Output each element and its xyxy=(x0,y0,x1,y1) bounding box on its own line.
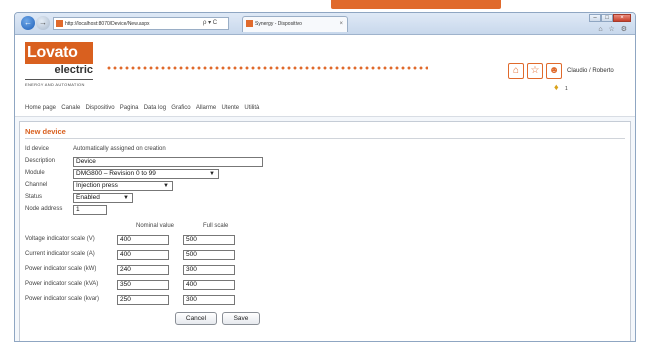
menu-item-data-log[interactable]: Data log xyxy=(144,101,166,115)
nominal-value-header: Nominal value xyxy=(136,223,175,229)
status-value: Enabled xyxy=(76,194,100,201)
scale-row-label: Power indicator scale (kvar) xyxy=(25,296,100,302)
forward-icon[interactable]: → xyxy=(36,16,50,30)
scale-row-label: Current indicator scale (A) xyxy=(25,251,95,257)
full-scale-input[interactable]: 300 xyxy=(183,295,235,305)
nominal-value-input[interactable]: 350 xyxy=(117,280,169,290)
status-label: Status xyxy=(25,194,43,200)
chevron-down-icon: ▼ xyxy=(163,183,169,189)
full-scale-input[interactable]: 500 xyxy=(183,235,235,245)
user-name: Claudio / Roberto xyxy=(567,68,614,74)
tab-close-icon[interactable]: × xyxy=(339,17,343,32)
full-scale-input[interactable]: 300 xyxy=(183,265,235,275)
star-icon[interactable]: ☆ xyxy=(527,63,543,79)
home-icon[interactable]: ⌂ xyxy=(508,63,524,79)
site-header: Lovato electric ENERGY AND AUTOMATION ⌂ … xyxy=(15,35,635,101)
browser-window: ← → http://localhost:8070/Device/New.asp… xyxy=(14,12,636,342)
chevron-down-icon: ▼ xyxy=(209,171,215,177)
id-device-value: Automatically assigned on creation xyxy=(73,146,166,152)
logo-divider xyxy=(25,79,93,80)
browser-tab[interactable]: Synergy - Dispositivo × xyxy=(242,16,348,32)
save-button[interactable]: Save xyxy=(222,312,260,325)
full-scale-input[interactable]: 400 xyxy=(183,280,235,290)
module-label: Module xyxy=(25,170,45,176)
module-value: DMG800 – Revision 0 to 99 xyxy=(76,170,156,177)
scale-row-label: Voltage indicator scale (V) xyxy=(25,236,95,242)
main-menu: Home page Canale Dispositivo Pagina Data… xyxy=(15,101,635,117)
page-title: New device xyxy=(25,127,66,136)
module-select[interactable]: DMG800 – Revision 0 to 99 ▼ xyxy=(73,169,219,179)
close-window-button[interactable]: × xyxy=(613,14,631,22)
address-tools[interactable]: ρ ▾ C xyxy=(203,17,217,29)
window-controls: – □ × xyxy=(589,14,631,23)
description-input[interactable]: Device xyxy=(73,157,263,167)
logo-sub: electric xyxy=(54,64,93,76)
menu-item-utilita[interactable]: Utilità xyxy=(244,101,259,115)
browser-titlebar: ← → http://localhost:8070/Device/New.asp… xyxy=(15,13,635,35)
channel-value: Injection press xyxy=(76,182,118,189)
channel-select[interactable]: Injection press ▼ xyxy=(73,181,173,191)
logo-main: Lovato xyxy=(25,42,93,64)
cancel-button[interactable]: Cancel xyxy=(175,312,217,325)
menu-item-utente[interactable]: Utente xyxy=(221,101,239,115)
menu-item-home[interactable]: Home page xyxy=(25,101,56,115)
bell-icon[interactable]: ♦ xyxy=(554,82,559,92)
id-device-label: Id device xyxy=(25,146,50,152)
tab-favicon-icon xyxy=(246,20,253,28)
description-label: Description xyxy=(25,158,56,164)
node-address-label: Node address xyxy=(25,206,63,212)
full-scale-header: Full scale xyxy=(203,223,229,229)
decorative-dots xyxy=(106,66,428,70)
menu-item-pagina[interactable]: Pagina xyxy=(120,101,139,115)
node-address-input[interactable]: 1 xyxy=(73,205,107,215)
tab-title: Synergy - Dispositivo xyxy=(255,21,302,27)
title-divider xyxy=(25,138,625,139)
menu-item-allarme[interactable]: Allarme xyxy=(196,101,216,115)
full-scale-input[interactable]: 500 xyxy=(183,250,235,260)
user-icon[interactable]: ☻ xyxy=(546,63,562,79)
form-panel: New device Id device Automatically assig… xyxy=(19,121,631,341)
logo-tagline: ENERGY AND AUTOMATION xyxy=(25,82,85,87)
menu-item-dispositivo[interactable]: Dispositivo xyxy=(86,101,115,115)
address-text: http://localhost:8070/Device/New.aspx xyxy=(65,21,150,27)
menu-item-canale[interactable]: Canale xyxy=(61,101,80,115)
site-favicon-icon xyxy=(56,20,63,28)
status-select[interactable]: Enabled ▼ xyxy=(73,193,133,203)
nominal-value-input[interactable]: 240 xyxy=(117,265,169,275)
nominal-value-input[interactable]: 400 xyxy=(117,235,169,245)
top-accent-bar xyxy=(331,0,501,9)
nominal-value-input[interactable]: 400 xyxy=(117,250,169,260)
scale-row-label: Power indicator scale (kW) xyxy=(25,266,97,272)
back-icon[interactable]: ← xyxy=(21,16,35,30)
chevron-down-icon: ▼ xyxy=(123,195,129,201)
notification-count: 1 xyxy=(565,86,568,92)
minimize-button[interactable]: – xyxy=(589,14,601,22)
browser-tools-icons[interactable]: ⌂ ☆ ⚙ xyxy=(598,25,629,33)
channel-label: Channel xyxy=(25,182,48,188)
menu-item-grafico[interactable]: Grafico xyxy=(171,101,190,115)
maximize-button[interactable]: □ xyxy=(601,14,613,22)
scale-row-label: Power indicator scale (kVA) xyxy=(25,281,99,287)
nominal-value-input[interactable]: 250 xyxy=(117,295,169,305)
